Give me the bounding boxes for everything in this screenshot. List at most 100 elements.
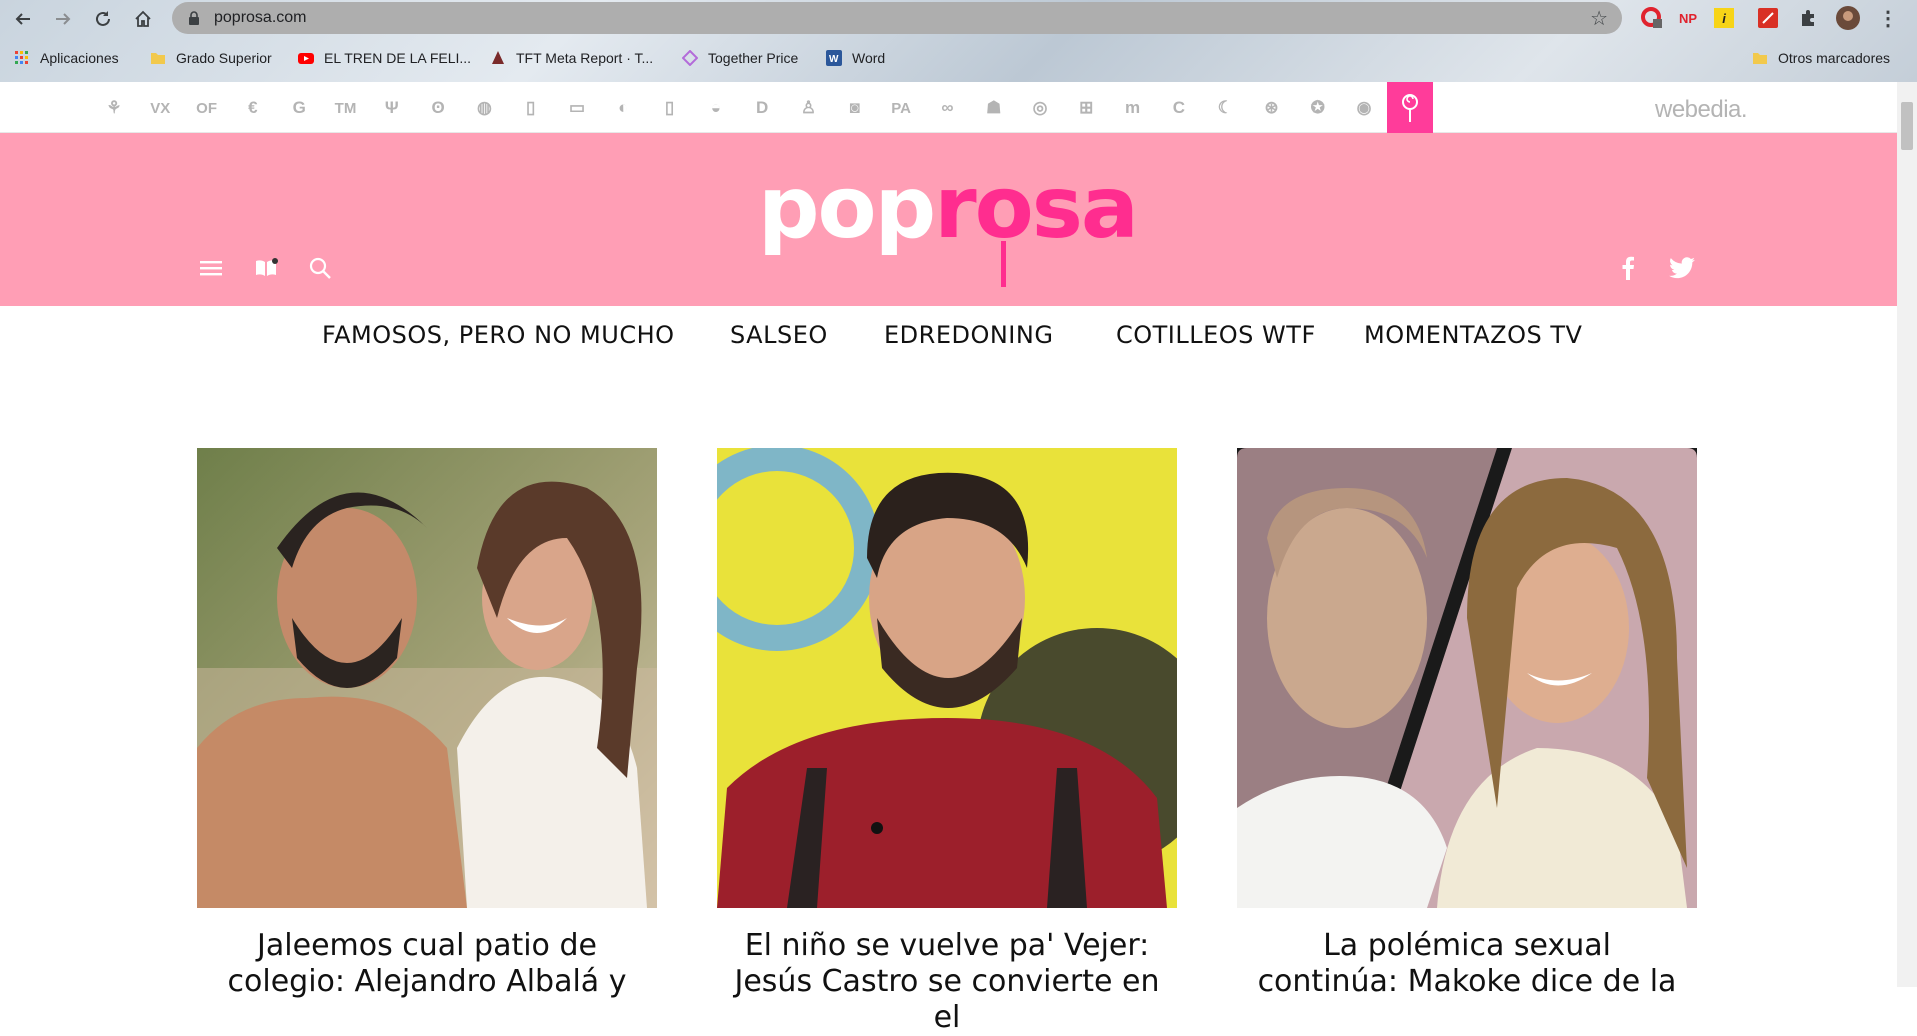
network-site-globe-icon[interactable]: ◍ xyxy=(470,94,498,122)
profile-avatar[interactable] xyxy=(1836,6,1860,30)
nav-momentazos-tv[interactable]: MOMENTAZOS TV xyxy=(1364,321,1582,349)
network-site-apple-icon[interactable]: ◐ xyxy=(609,94,637,122)
address-bar[interactable]: poprosa.com ☆ xyxy=(172,2,1622,34)
network-site-android-icon[interactable]: ☗ xyxy=(980,94,1008,122)
facebook-icon xyxy=(1622,256,1634,280)
bookmark-together-price[interactable]: Together Price xyxy=(682,44,798,72)
facebook-button[interactable] xyxy=(1614,254,1642,282)
home-icon xyxy=(135,10,151,27)
bookmark-label: EL TREN DE LA FELI... xyxy=(324,50,472,66)
extension-i-button[interactable]: i xyxy=(1712,6,1736,30)
network-site-phone-icon[interactable]: ▯ xyxy=(656,94,684,122)
url-text: poprosa.com xyxy=(214,9,307,26)
forward-button[interactable] xyxy=(50,6,76,32)
article-image[interactable] xyxy=(197,448,657,908)
article-title[interactable]: La polémica sexual continúa: Makoke dice… xyxy=(1237,928,1697,1000)
network-site-cutlery-icon[interactable]: Ψ xyxy=(378,94,406,122)
article-title[interactable]: Jaleemos cual patio de colegio: Alejandr… xyxy=(197,928,657,1000)
page-scrollbar[interactable] xyxy=(1897,82,1917,987)
network-site-car-icon[interactable]: ◒ xyxy=(702,94,730,122)
article-image[interactable] xyxy=(717,448,1177,908)
network-site-ball-icon[interactable]: ◉ xyxy=(1350,94,1378,122)
network-site-pa-icon[interactable]: PA xyxy=(887,94,915,122)
network-site-windows-icon[interactable]: ⊞ xyxy=(1072,94,1100,122)
site-header: poprosa xyxy=(0,133,1897,306)
bookmark-tft-meta[interactable]: TFT Meta Report · T... xyxy=(490,44,653,72)
bookmark-star-icon[interactable]: ☆ xyxy=(1590,6,1608,31)
network-site-leaf-icon[interactable]: ☾ xyxy=(1211,94,1239,122)
bookmark-label: Together Price xyxy=(708,50,799,66)
network-site-runner-icon[interactable]: ♙ xyxy=(795,94,823,122)
nav-famosos[interactable]: FAMOSOS, PERO NO MUCHO xyxy=(322,321,675,349)
network-site-camera-icon[interactable]: ◙ xyxy=(841,94,869,122)
network-site-tm-icon[interactable]: TM xyxy=(332,94,360,122)
bookmark-el-tren[interactable]: EL TREN DE LA FELI... xyxy=(298,44,471,72)
extension-np-button[interactable]: NP xyxy=(1676,6,1700,30)
network-site-poprosa-active[interactable] xyxy=(1387,82,1433,133)
youtube-icon xyxy=(298,53,314,64)
article-photo-couple xyxy=(197,448,657,908)
browser-menu-button[interactable]: ⋮ xyxy=(1876,6,1900,30)
network-site-vx-icon[interactable]: VX xyxy=(146,94,174,122)
together-price-icon xyxy=(682,50,698,66)
pdf-icon xyxy=(1758,8,1778,28)
network-site-bag-icon[interactable]: ▭ xyxy=(563,94,591,122)
folder-icon xyxy=(151,53,165,64)
svg-text:W: W xyxy=(829,54,839,65)
logo-lollipop-stick-icon xyxy=(1001,241,1006,287)
article-card[interactable]: El niño se vuelve pa' Vejer: Jesús Castr… xyxy=(717,448,1177,1036)
logo-pop-text: pop xyxy=(758,158,936,258)
extensions-button[interactable] xyxy=(1796,6,1820,30)
network-site-of-icon[interactable]: OF xyxy=(193,94,221,122)
scrollbar-thumb[interactable] xyxy=(1901,102,1913,150)
back-button[interactable] xyxy=(10,6,36,32)
bookmark-label: Aplicaciones xyxy=(40,50,119,66)
article-image[interactable] xyxy=(1237,448,1697,908)
network-site-c-icon[interactable]: C xyxy=(1165,94,1193,122)
i-badge-icon: i xyxy=(1714,8,1734,28)
article-photo-split xyxy=(1237,448,1697,908)
network-site-bear-icon[interactable]: ʘ xyxy=(424,94,452,122)
word-icon: W xyxy=(826,50,842,66)
kebab-menu-icon: ⋮ xyxy=(1878,7,1898,30)
article-card[interactable]: La polémica sexual continúa: Makoke dice… xyxy=(1237,448,1697,1000)
nav-cotilleos-wtf[interactable]: COTILLEOS WTF xyxy=(1116,321,1316,349)
search-button[interactable] xyxy=(306,254,334,282)
bookmark-otros-marcadores[interactable]: Otros marcadores xyxy=(1752,44,1890,72)
extension-pdf-button[interactable] xyxy=(1756,6,1780,30)
network-site-gear-icon[interactable]: ✪ xyxy=(1304,94,1332,122)
network-site-1-icon[interactable]: ⚘ xyxy=(100,94,128,122)
network-site-wheel-icon[interactable]: ⊛ xyxy=(1258,94,1286,122)
network-site-euro-icon[interactable]: € xyxy=(239,94,267,122)
hamburger-menu-button[interactable] xyxy=(197,254,225,282)
nav-edredoning[interactable]: EDREDONING xyxy=(884,321,1053,349)
search-icon xyxy=(309,257,331,279)
bookmark-word[interactable]: W Word xyxy=(826,44,885,72)
reload-button[interactable] xyxy=(90,6,116,32)
avatar-icon xyxy=(1836,6,1860,30)
magazine-button[interactable] xyxy=(252,254,280,282)
article-card[interactable]: Jaleemos cual patio de colegio: Alejandr… xyxy=(197,448,657,1000)
bookmarks-bar: Aplicaciones Grado Superior EL TREN DE L… xyxy=(0,44,1917,72)
home-button[interactable] xyxy=(130,6,156,32)
network-site-g-icon[interactable]: G xyxy=(285,94,313,122)
bookmark-label: TFT Meta Report · T... xyxy=(516,50,654,66)
article-title[interactable]: El niño se vuelve pa' Vejer: Jesús Castr… xyxy=(717,928,1177,1036)
extension-opera-button[interactable] xyxy=(1640,6,1664,30)
nav-salseo[interactable]: SALSEO xyxy=(730,321,828,349)
hamburger-icon xyxy=(200,261,222,276)
network-site-d-icon[interactable]: D xyxy=(748,94,776,122)
network-site-m-icon[interactable]: m xyxy=(1119,94,1147,122)
bookmark-label: Word xyxy=(852,50,886,66)
twitter-button[interactable] xyxy=(1668,254,1696,282)
bookmark-aplicaciones[interactable]: Aplicaciones xyxy=(14,44,119,72)
article-photo-chef xyxy=(717,448,1177,908)
poprosa-logo[interactable]: poprosa xyxy=(758,165,1139,251)
network-site-tube-icon[interactable]: ▯ xyxy=(517,94,545,122)
network-site-glasses-icon[interactable]: ∞ xyxy=(933,94,961,122)
webedia-logo[interactable]: webedia. xyxy=(1655,96,1748,124)
bookmark-label: Otros marcadores xyxy=(1778,50,1891,66)
bookmark-grado-superior[interactable]: Grado Superior xyxy=(150,44,272,72)
network-site-ring-icon[interactable]: ◎ xyxy=(1026,94,1054,122)
apps-grid-icon xyxy=(15,51,28,64)
